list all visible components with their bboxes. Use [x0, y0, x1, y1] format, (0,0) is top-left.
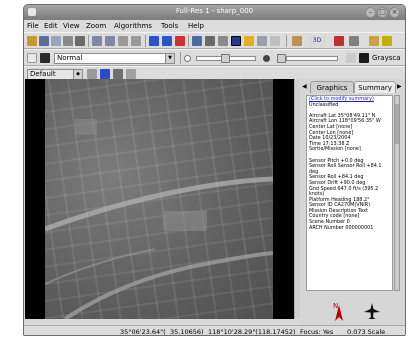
highlight-icon[interactable] [244, 36, 254, 46]
status-lon: 118°10'28.29"(118.17452) [208, 328, 296, 336]
aircraft-icon [364, 303, 380, 319]
menu-edit[interactable]: Edit [44, 22, 58, 30]
save-icon[interactable] [39, 36, 49, 46]
side-panel: ◀ Graphics Summary ▶ (Click to modify su… [301, 79, 405, 333]
summary-content: (Click to modify summary) Unclassified A… [306, 95, 393, 291]
maximize-icon[interactable]: □ [377, 7, 388, 18]
main-toolbar: 3D [24, 32, 405, 49]
status-bar: 35°06'23.64"( 35.10656) 118°10'28.29"(11… [24, 325, 405, 336]
status-focus: Focus: Yes [300, 328, 334, 336]
menu-zoom[interactable]: Zoom [86, 22, 106, 30]
tab-summary[interactable]: Summary [354, 81, 396, 93]
layer-icon[interactable] [113, 69, 123, 79]
summary-scrollbar[interactable] [394, 95, 400, 291]
aerial-image-features [45, 119, 273, 319]
status-scale: 0.073 Scale [347, 328, 386, 336]
minimize-icon[interactable]: – [365, 7, 376, 18]
rotate-right-icon[interactable] [162, 36, 172, 46]
brightness-icon [184, 55, 191, 62]
contrast-slider-thumb[interactable] [277, 54, 286, 63]
histogram-icon[interactable] [270, 36, 280, 46]
window-title: Full-Res 1 - sharp_000 [175, 7, 254, 15]
close-icon[interactable]: × [389, 7, 400, 18]
menu-bar: File Edit View Zoom Algorithms Tools Hel… [24, 20, 405, 32]
chevron-down-icon: ▼ [165, 54, 174, 63]
contrast-slider[interactable] [286, 56, 338, 61]
svg-text:N: N [333, 302, 338, 310]
mode-select-value: Normal [57, 54, 83, 62]
display-toolbar: Normal ▼ Graysca [24, 49, 405, 66]
title-bar[interactable]: Full-Res 1 - sharp_000 – □ × [24, 5, 405, 20]
north-arrow-icon: N [333, 302, 343, 321]
camera-icon[interactable] [349, 36, 359, 46]
monitor-icon[interactable] [100, 69, 110, 79]
grayscale-label: Graysca [372, 54, 401, 62]
mode-select[interactable]: Normal ▼ [54, 53, 175, 64]
pin-icon[interactable] [87, 69, 97, 79]
aerial-image[interactable] [45, 79, 273, 319]
image-viewport[interactable] [25, 79, 294, 319]
arrow-icon[interactable] [40, 53, 50, 63]
image-scrollbar[interactable] [294, 79, 300, 319]
brightness-slider-thumb[interactable] [221, 54, 230, 63]
preset-toolbar: Default ◆ [24, 66, 405, 80]
undo-icon[interactable] [51, 36, 61, 46]
menu-tools[interactable]: Tools [161, 22, 178, 30]
bookmark-icon[interactable] [369, 36, 379, 46]
zoom-fit-icon[interactable] [131, 36, 141, 46]
gamma-icon [346, 53, 356, 63]
status-lat: 35°06'23.64"( [120, 328, 166, 336]
menu-help[interactable]: Help [188, 22, 204, 30]
grayscale-icon[interactable] [359, 53, 369, 63]
app-window: Full-Res 1 - sharp_000 – □ × File Edit V… [23, 4, 406, 336]
zoom-1to1-icon[interactable] [118, 36, 128, 46]
spin-icon: ◆ [73, 70, 82, 79]
preset-select-value: Default [30, 70, 56, 78]
flip-icon[interactable] [175, 36, 185, 46]
zoom-out-icon[interactable] [105, 36, 115, 46]
record-icon[interactable] [334, 36, 344, 46]
print-icon[interactable] [75, 36, 85, 46]
info-icon[interactable] [231, 36, 241, 46]
summary-line: ARCH Number 000000001 [309, 224, 374, 231]
menu-file[interactable]: File [27, 22, 39, 30]
tab-scroll-right-icon[interactable]: ▶ [397, 83, 402, 90]
menu-algorithms[interactable]: Algorithms [114, 22, 152, 30]
rotate-left-icon[interactable] [149, 36, 159, 46]
summary-line: Sensor Roll Sensor Roll +84.1 [309, 163, 382, 170]
tab-scroll-left-icon[interactable]: ◀ [302, 83, 307, 90]
copy-icon[interactable] [63, 36, 73, 46]
tab-graphics[interactable]: Graphics [310, 81, 354, 93]
pan-icon[interactable] [257, 36, 267, 46]
annotate-icon[interactable] [292, 36, 302, 46]
status-lat-decimal: 35.10656) [170, 328, 204, 336]
pointer-icon[interactable] [192, 36, 202, 46]
zoom-in-icon[interactable] [92, 36, 102, 46]
select-icon[interactable] [205, 36, 215, 46]
settings-icon[interactable] [126, 69, 136, 79]
export-icon[interactable] [382, 36, 392, 46]
summary-scrollbar-thumb[interactable] [395, 104, 399, 144]
hand-icon[interactable] [27, 53, 37, 63]
menu-view[interactable]: View [63, 22, 80, 30]
contrast-icon [263, 55, 270, 62]
measure-icon[interactable] [218, 36, 228, 46]
3d-icon[interactable]: 3D [309, 36, 325, 46]
open-icon[interactable] [27, 36, 37, 46]
